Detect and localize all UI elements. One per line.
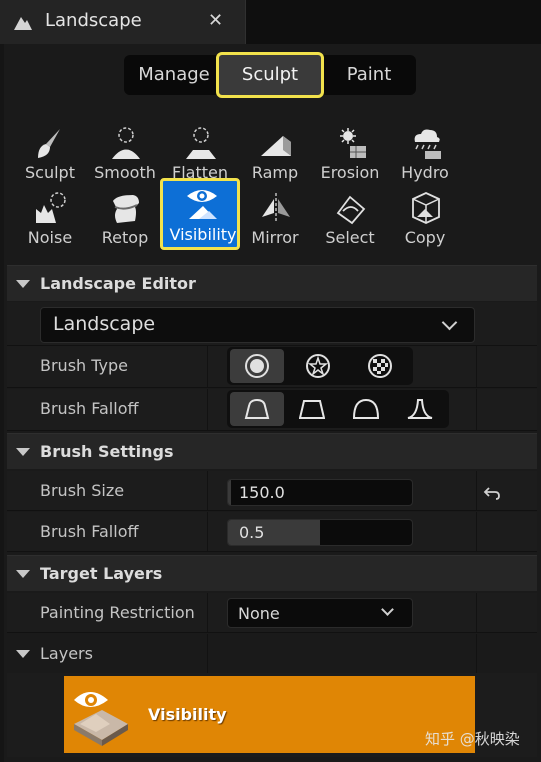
collapse-arrow-icon xyxy=(16,448,30,456)
column-divider xyxy=(476,389,477,430)
section-brush-settings[interactable]: Brush Settings xyxy=(7,433,537,469)
collapse-arrow-icon xyxy=(16,280,30,288)
mirror-icon xyxy=(262,193,290,223)
brush-type-circle-button[interactable] xyxy=(230,349,284,383)
layer-item-visibility[interactable]: Visibility xyxy=(64,676,475,753)
painting-restriction-select[interactable]: None xyxy=(227,598,413,628)
falloff-smooth-button[interactable] xyxy=(230,392,284,426)
retopologize-icon xyxy=(113,195,139,223)
mode-switcher: Manage Sculpt Paint xyxy=(124,52,416,98)
brush-falloff-buttons xyxy=(227,390,449,428)
section-title: Brush Settings xyxy=(40,442,174,461)
column-divider xyxy=(207,389,208,430)
brush-type-buttons xyxy=(227,347,413,385)
column-divider xyxy=(207,512,208,551)
tool-label: Copy xyxy=(404,228,446,247)
painting-restriction-label: Painting Restriction xyxy=(40,603,195,622)
paint-mode-button[interactable]: Paint xyxy=(326,55,412,95)
brush-icon xyxy=(38,129,60,158)
falloff-spherical-button[interactable] xyxy=(339,392,393,426)
noise-icon xyxy=(36,192,66,223)
select-icon xyxy=(336,195,366,225)
tool-visibility[interactable]: Visibility xyxy=(160,178,240,250)
section-landscape-editor[interactable]: Landscape Editor xyxy=(7,265,537,301)
brush-falloff-input[interactable]: 0.5 xyxy=(227,519,413,546)
chevron-down-icon xyxy=(441,314,458,331)
erosion-icon xyxy=(340,128,366,158)
tab-title: Landscape xyxy=(45,10,142,31)
chevron-down-icon xyxy=(381,603,394,616)
manage-mode-button[interactable]: Manage xyxy=(130,55,218,95)
ramp-icon xyxy=(261,136,291,156)
tool-copy[interactable]: Copy xyxy=(388,185,462,247)
landscape-tab[interactable]: Landscape ✕ xyxy=(0,0,246,44)
smooth-icon xyxy=(112,127,140,159)
section-title: Landscape Editor xyxy=(40,274,196,293)
tool-mirror[interactable]: Mirror xyxy=(238,185,312,247)
visibility-layer-thumbnail xyxy=(74,692,128,746)
brush-type-alpha-button[interactable] xyxy=(291,349,345,383)
brush-size-input[interactable]: 150.0 xyxy=(227,479,413,506)
brush-falloff-value: 0.5 xyxy=(239,523,265,542)
brush-type-label: Brush Type xyxy=(40,356,129,375)
flatten-icon xyxy=(186,127,216,159)
tool-hydro[interactable]: Hydro xyxy=(388,120,462,182)
layers-row[interactable]: Layers xyxy=(7,634,537,674)
smooth-falloff-icon xyxy=(244,398,270,419)
landscape-mode-icon xyxy=(14,17,32,30)
tool-smooth[interactable]: Smooth xyxy=(88,120,162,182)
column-divider xyxy=(207,634,208,673)
watermark: 知乎 @秋映染 xyxy=(425,730,520,748)
column-divider xyxy=(476,512,477,551)
layer-name: Visibility xyxy=(148,705,227,724)
reset-arrow-icon[interactable] xyxy=(483,484,501,502)
column-divider xyxy=(476,471,477,510)
close-icon[interactable]: ✕ xyxy=(208,10,223,31)
landscape-select-value: Landscape xyxy=(53,313,156,335)
linear-falloff-icon xyxy=(299,400,325,419)
falloff-tip-button[interactable] xyxy=(393,392,447,426)
column-divider xyxy=(207,593,208,632)
tip-falloff-icon xyxy=(407,399,433,419)
brush-falloff-label: Brush Falloff xyxy=(40,399,139,418)
falloff-linear-button[interactable] xyxy=(285,392,339,426)
alpha-brush-icon xyxy=(306,354,330,378)
section-title: Target Layers xyxy=(40,564,163,583)
column-divider xyxy=(476,593,477,632)
collapse-arrow-icon xyxy=(16,570,30,578)
layers-label: Layers xyxy=(40,644,93,663)
painting-restriction-value: None xyxy=(238,604,280,623)
landscape-select[interactable]: Landscape xyxy=(40,307,475,343)
tool-ramp[interactable]: Ramp xyxy=(238,120,312,182)
tool-palette: Sculpt Smooth Flatten Ramp Erosion Hydro… xyxy=(7,110,537,258)
section-target-layers[interactable]: Target Layers xyxy=(7,555,537,591)
tool-select[interactable]: Select xyxy=(313,185,387,247)
brush-size-value: 150.0 xyxy=(239,483,285,502)
title-bar: Landscape ✕ xyxy=(0,0,541,44)
visibility-icon xyxy=(187,190,217,219)
collapse-arrow-icon xyxy=(16,650,30,658)
column-divider xyxy=(476,634,477,673)
column-divider xyxy=(476,346,477,387)
tool-noise[interactable]: Noise xyxy=(13,185,87,247)
tool-label: Retop xyxy=(101,228,149,247)
column-divider xyxy=(207,346,208,387)
tool-sculpt[interactable]: Sculpt xyxy=(13,120,87,182)
pattern-brush-icon xyxy=(368,354,392,378)
column-divider xyxy=(207,471,208,510)
brush-type-pattern-button[interactable] xyxy=(353,349,407,383)
spherical-falloff-icon xyxy=(353,398,379,419)
brush-falloff-amount-label: Brush Falloff xyxy=(40,522,139,541)
circle-brush-icon xyxy=(245,354,269,378)
tool-flatten[interactable]: Flatten xyxy=(163,120,237,182)
tool-retop[interactable]: Retop xyxy=(88,185,162,247)
hydro-icon xyxy=(414,129,441,159)
copy-icon xyxy=(412,192,440,224)
tool-label: Hydro xyxy=(401,163,449,182)
tool-erosion[interactable]: Erosion xyxy=(313,120,387,182)
brush-size-fill xyxy=(228,480,231,505)
sculpt-mode-button[interactable]: Sculpt xyxy=(216,52,324,98)
brush-size-label: Brush Size xyxy=(40,481,125,500)
